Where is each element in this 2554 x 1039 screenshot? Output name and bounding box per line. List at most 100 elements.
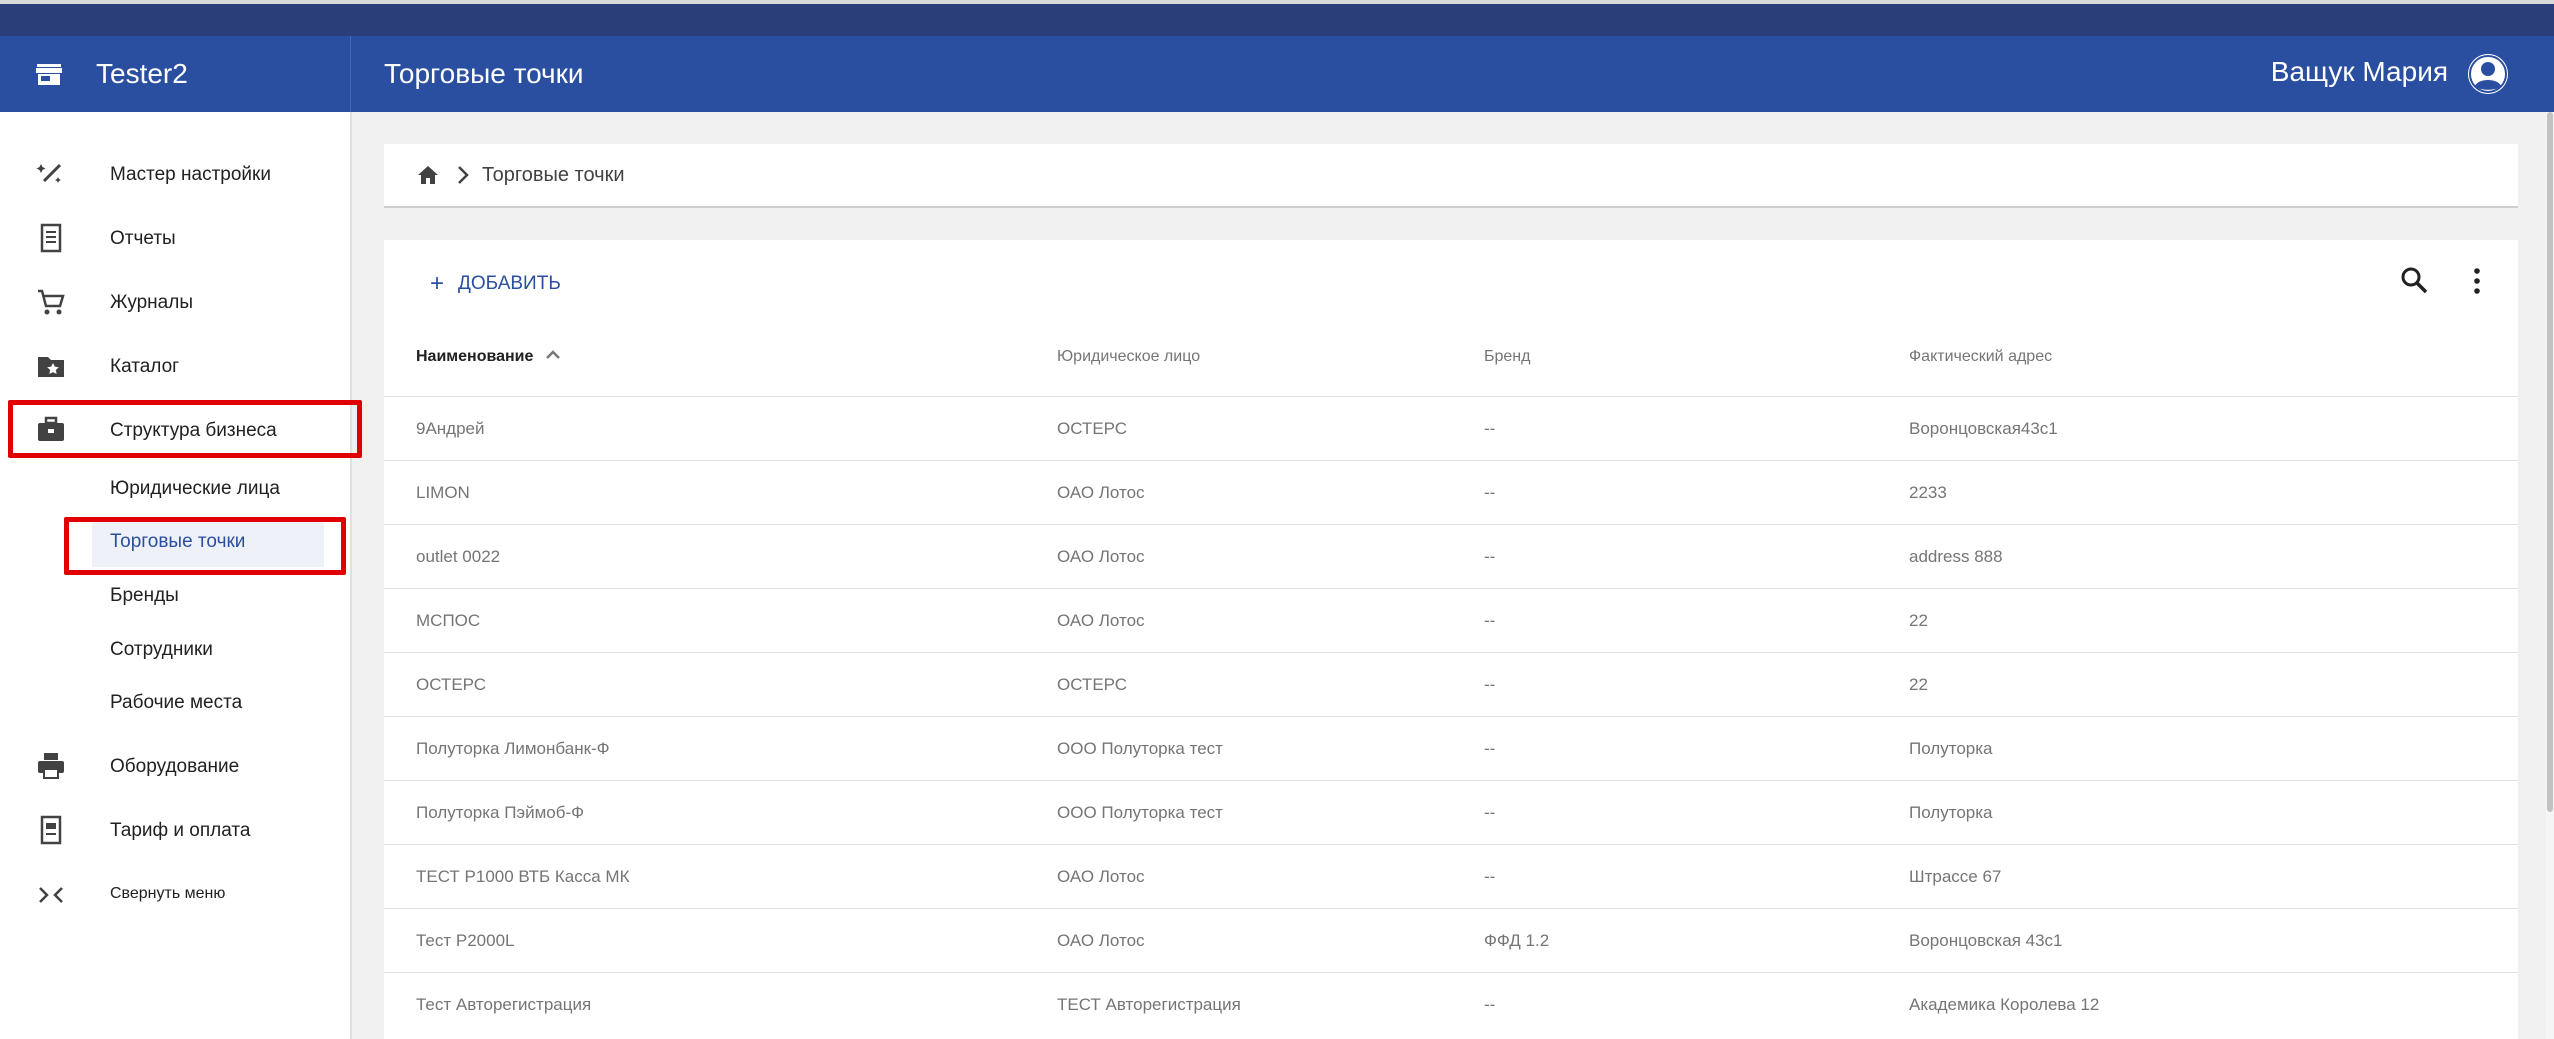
sidebar-item-label: Оборудование [110,756,240,777]
table-cell: Полуторка [1909,803,1993,822]
table-row[interactable]: Полуторка Лимонбанк-Ф ООО Полуторка тест -… [384,716,2518,780]
printer-icon [38,753,64,779]
more-vert-icon[interactable] [2472,266,2482,296]
table-cell: ООО Полуторка тест [1057,739,1223,758]
search-icon[interactable] [2400,266,2428,294]
table-cell: ОСТЕРС [1057,419,1128,438]
sort-ascending-icon[interactable] [544,346,562,364]
account-icon [2468,54,2508,94]
column-header-legal-entity[interactable]: Юридическое лицо [1057,348,1200,366]
brand-title: Tester2 [96,58,188,89]
home-icon[interactable] [416,164,440,186]
table-cell: Тест P2000L [416,931,515,950]
table-cell: Тест Авторегистрация [416,995,592,1014]
page-title: Торговые точки [384,58,584,89]
sidebar-item-tariff[interactable]: Тариф и оплата [0,798,352,862]
sidebar-subitem-employees[interactable]: Сотрудники [110,639,213,661]
sidebar-item-label: Журналы [110,292,193,313]
sidebar-item-label: Тариф и оплата [110,820,251,841]
column-header-name[interactable]: Наименование [416,348,533,366]
store-icon [36,64,62,85]
app-bar: Tester2 Торговые точки Ващук Мария [0,36,2554,112]
sidebar-item-label: Каталог [110,356,180,377]
table-cell: -- [1484,483,1496,502]
table-cell: ООО Полуторка тест [1057,803,1223,822]
table-cell: ТЕСТ P1000 ВТБ Касса МК [416,867,630,886]
user-name[interactable]: Ващук Мария [2271,56,2448,88]
sidebar-item-label: Мастер настройки [110,164,271,185]
folder-star-icon [38,357,64,377]
table-cell: ФФД 1.2 [1484,931,1550,950]
table-cell: ОАО Лотос [1057,867,1145,886]
table-cell: LIMON [416,483,470,502]
table-row[interactable]: Тест P2000L ОАО Лотос ФФД 1.2 Воронцовская … [384,908,2518,972]
table-cell: Академика Королева 12 [1909,995,2100,1014]
scrollbar-thumb[interactable] [2547,112,2553,812]
table-row[interactable]: 9Андрей ОСТЕРС -- Воронцовская43с1 [384,396,2518,460]
sidebar: Мастер настройки Отчеты Журналы Каталог [0,112,362,1039]
chevron-right-icon [458,166,469,184]
table-cell: ОАО Лотос [1057,931,1145,950]
table-cell: Воронцовская 43с1 [1909,931,2063,950]
collapse-menu-label: Свернуть меню [110,885,226,902]
table-cell: Штрассе 67 [1909,867,2002,886]
table-cell: address 888 [1909,547,2003,566]
page-scrollbar[interactable] [2546,112,2554,1039]
table-cell: ТЕСТ Авторегистрация [1057,995,1241,1014]
table-row[interactable]: Полуторка Пэймоб-Ф ООО Полуторка тест -- По… [384,780,2518,844]
table-cell: -- [1484,995,1496,1014]
invoice-icon [40,815,62,845]
table-cell: 22 [1909,611,1928,630]
column-header-address[interactable]: Фактический адрес [1909,348,2052,366]
table-row[interactable]: outlet 0022 ОАО Лотос -- address 888 [384,524,2518,588]
cart-icon [38,289,65,315]
table-cell: Полуторка Пэймоб-Ф [416,803,585,822]
table-cell: Воронцовская43с1 [1909,419,2058,438]
table-cell: -- [1484,419,1496,438]
table-cell: -- [1484,675,1496,694]
highlight-business-structure [8,400,362,458]
table-cell: 2233 [1909,483,1947,502]
table-cell: Полуторка Лимонбанк-Ф [416,739,610,758]
sidebar-subitem-legal-entities[interactable]: Юридические лица [110,478,280,500]
sidebar-item-label: Отчеты [110,228,176,249]
add-button-label: ДОБАВИТЬ [458,273,561,294]
collapse-icon [39,887,63,903]
table-row[interactable]: Тест Авторегистрация ТЕСТ Авторегистрация… [384,972,2518,1036]
add-button[interactable]: + ДОБАВИТЬ [430,266,561,302]
table-cell: ОАО Лотос [1057,611,1145,630]
sidebar-item-setup-wizard[interactable]: Мастер настройки [0,142,352,206]
table-cell: -- [1484,547,1496,566]
brand-area[interactable]: Tester2 [0,36,351,112]
table-cell: -- [1484,803,1496,822]
table-cell: 22 [1909,675,1928,694]
sidebar-subitem-brands[interactable]: Бренды [110,585,179,607]
breadcrumb: Торговые точки [384,144,2518,208]
table-cell: -- [1484,739,1496,758]
table-row[interactable]: ТЕСТ P1000 ВТБ Касса МК ОАО Лотос -- Штрасс… [384,844,2518,908]
receipt-icon [40,223,62,253]
table-cell: -- [1484,611,1496,630]
outlets-table-card: + ДОБАВИТЬ Наименование Юридическое лицо… [384,240,2518,1039]
table-cell: ОСТЕРС [1057,675,1128,694]
sidebar-item-reports[interactable]: Отчеты [0,206,352,270]
column-header-brand[interactable]: Бренд [1484,348,1530,366]
table-cell: ОАО Лотос [1057,483,1145,502]
table-cell: -- [1484,867,1496,886]
sidebar-subitem-workplaces[interactable]: Рабочие места [110,692,242,714]
sidebar-item-journals[interactable]: Журналы [0,270,352,334]
sidebar-item-equipment[interactable]: Оборудование [0,734,352,798]
plus-icon: + [430,270,445,297]
highlight-outlets [64,517,346,575]
table-row[interactable]: МСПОС ОАО Лотос -- 22 [384,588,2518,652]
table-row[interactable]: ОСТЕРС ОСТЕРС -- 22 [384,652,2518,716]
table-cell: МСПОС [416,611,481,630]
table-cell: 9Андрей [416,419,485,438]
breadcrumb-current: Торговые точки [482,164,625,186]
collapse-menu-button[interactable]: Свернуть меню [0,862,352,926]
table-cell: ОСТЕРС [416,675,487,694]
sidebar-item-catalog[interactable]: Каталог [0,334,352,398]
avatar[interactable] [2468,54,2508,94]
window-top-strip [0,0,2554,36]
table-row[interactable]: LIMON ОАО Лотос -- 2233 [384,460,2518,524]
